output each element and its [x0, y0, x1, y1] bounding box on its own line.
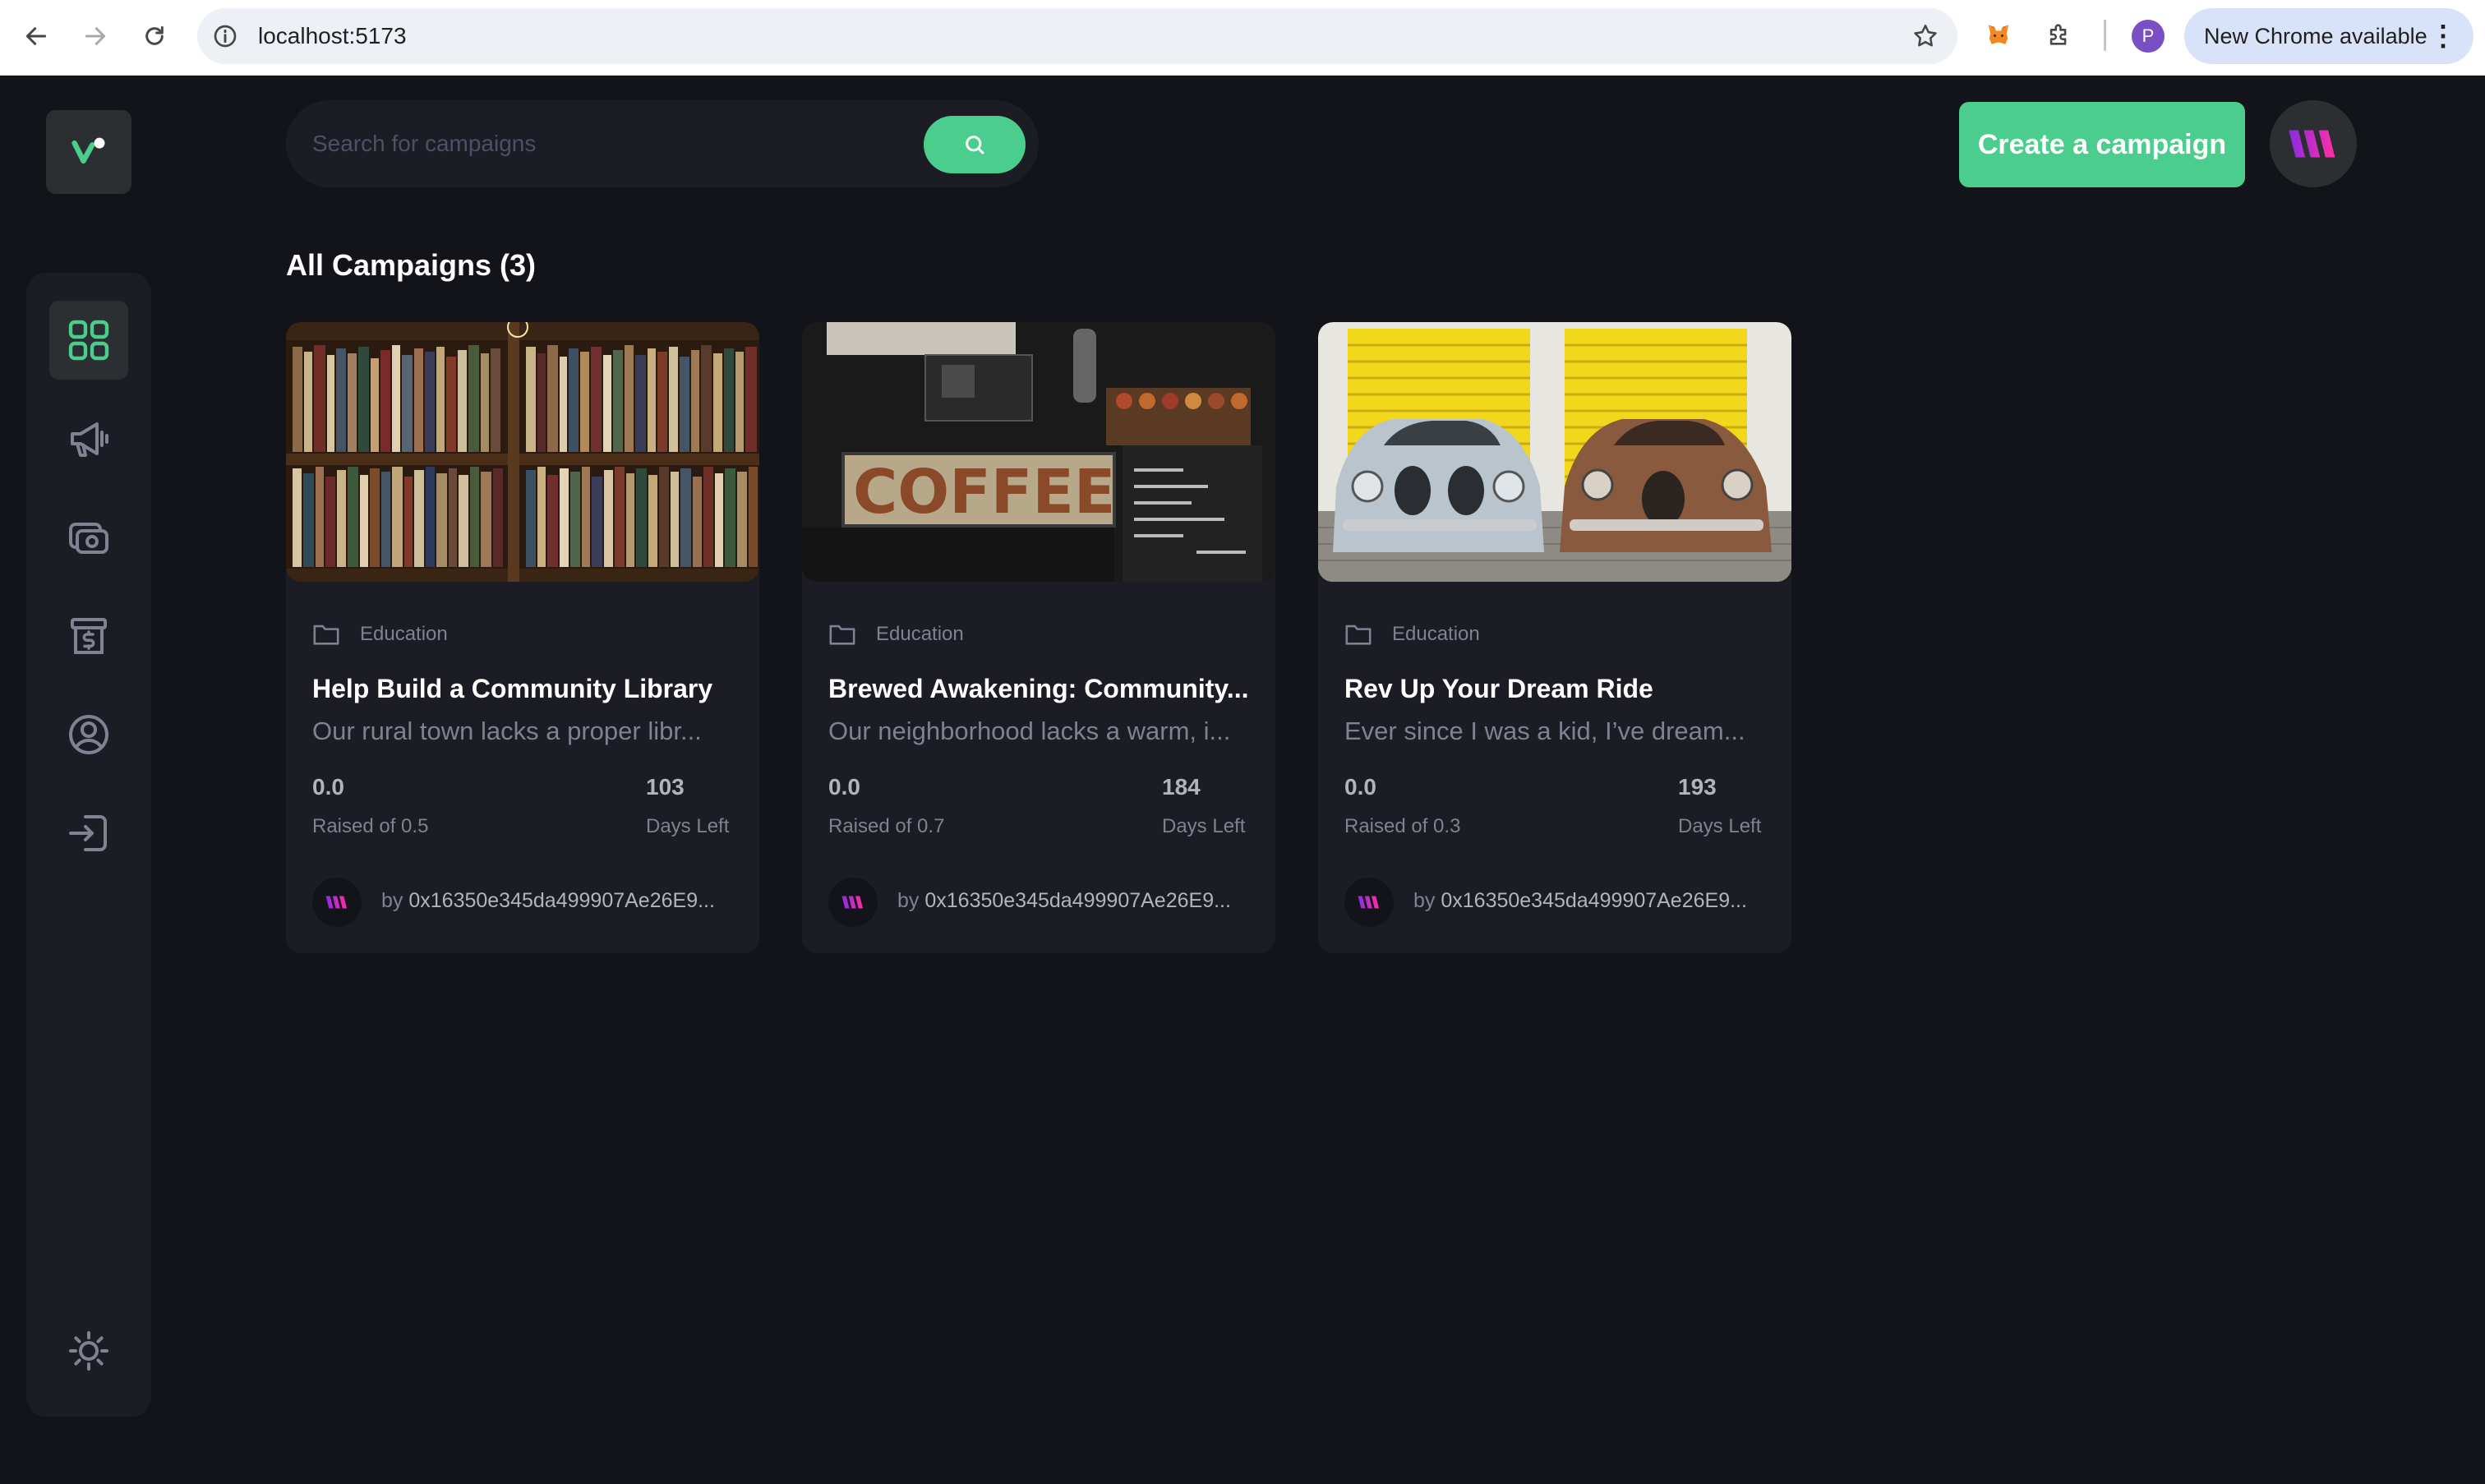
sidebar-item-logout[interactable] — [49, 794, 128, 873]
campaign-card[interactable]: Education Rev Up Your Dream Ride Ever si… — [1318, 322, 1791, 953]
search-bar — [286, 100, 1039, 187]
campaign-owner: by 0x16350e345da499907Ae26E9... — [897, 889, 1231, 913]
sidebar-item-campaign[interactable] — [49, 399, 128, 478]
arrow-right-icon — [85, 27, 106, 45]
toolbar-divider — [2104, 20, 2106, 51]
days-left-value: 184 — [1162, 774, 1201, 800]
payment-icon — [69, 523, 108, 554]
days-left-label: Days Left — [1162, 815, 1246, 837]
owner-avatar — [312, 878, 362, 927]
sidebar-item-payment[interactable] — [49, 498, 128, 577]
back-button[interactable] — [16, 16, 56, 56]
amount-raised: 0.0 — [1344, 774, 1376, 800]
amount-raised: 0.0 — [312, 774, 344, 800]
grid-icon — [68, 320, 109, 361]
bookmark-star-icon[interactable] — [1911, 22, 1939, 50]
search-button[interactable] — [924, 116, 1026, 173]
owner-prefix: by — [1413, 889, 1436, 912]
days-left-label: Days Left — [1678, 815, 1762, 837]
owner-address: 0x16350e345da499907Ae26E9... — [408, 889, 715, 912]
campaign-image-library — [286, 322, 759, 582]
raised-target: Raised of 0.7 — [828, 815, 945, 837]
owner-prefix: by — [381, 889, 403, 912]
campaign-title: Rev Up Your Dream Ride — [1344, 674, 1653, 703]
campaign-image-coffee: COFFEE — [802, 322, 1275, 582]
folder-icon — [313, 624, 339, 645]
owner-address: 0x16350e345da499907Ae26E9... — [924, 889, 1231, 912]
search-input[interactable] — [312, 100, 937, 187]
folder-icon — [1345, 624, 1372, 645]
reload-button[interactable] — [135, 16, 174, 56]
logo-icon — [71, 137, 105, 164]
profile-icon — [69, 715, 108, 754]
coffee-sign-text: COFFEE — [853, 457, 1115, 528]
campaign-card[interactable]: COFFEE Education Brewed Awakening: Commu… — [802, 322, 1275, 953]
app-logo[interactable] — [46, 110, 131, 194]
sidebar-item-profile[interactable] — [49, 695, 128, 774]
category: Education — [828, 610, 964, 659]
theme-toggle[interactable] — [49, 1311, 128, 1390]
arrow-left-icon — [25, 27, 47, 45]
campaign-description: Ever since I was a kid, I’ve dream... — [1344, 717, 1745, 745]
logout-icon — [69, 815, 107, 851]
campaign-title: Help Build a Community Library — [312, 674, 713, 703]
extensions-puzzle-icon[interactable] — [2043, 18, 2076, 51]
category-label: Education — [1392, 623, 1480, 645]
kebab-menu-icon[interactable]: ⋮ — [2429, 8, 2457, 64]
withdraw-icon — [71, 618, 107, 654]
owner-address: 0x16350e345da499907Ae26E9... — [1441, 889, 1747, 912]
megaphone-icon — [71, 422, 108, 457]
sun-icon — [69, 1331, 108, 1371]
address-bar[interactable]: localhost:5173 — [197, 8, 1957, 64]
owner-avatar — [1344, 878, 1394, 927]
days-left-value: 103 — [646, 774, 685, 800]
profile-avatar[interactable]: P — [2132, 20, 2165, 53]
user-avatar[interactable] — [2270, 100, 2357, 187]
site-info-icon[interactable] — [212, 23, 238, 49]
brand-logo-icon — [841, 896, 863, 909]
sidebar — [26, 273, 151, 1417]
campaign-title: Brewed Awakening: Community... — [828, 674, 1249, 703]
update-label: New Chrome available — [2204, 24, 2427, 48]
category-label: Education — [360, 623, 448, 645]
category-label: Education — [876, 623, 964, 645]
category: Education — [312, 610, 448, 659]
sidebar-item-withdraw[interactable] — [49, 597, 128, 675]
sidebar-item-dashboard[interactable] — [49, 301, 128, 380]
campaign-owner: by 0x16350e345da499907Ae26E9... — [381, 889, 715, 913]
amount-raised: 0.0 — [828, 774, 860, 800]
owner-avatar — [828, 878, 878, 927]
folder-icon — [829, 624, 855, 645]
forward-button[interactable] — [76, 16, 115, 56]
brand-logo-icon — [2289, 130, 2335, 158]
brand-logo-icon — [1358, 896, 1379, 909]
campaign-description: Our rural town lacks a proper libr... — [312, 717, 702, 745]
campaign-image-cars — [1318, 322, 1791, 582]
brand-logo-icon — [325, 896, 347, 909]
owner-prefix: by — [897, 889, 920, 912]
search-icon — [966, 136, 984, 154]
campaign-description: Our neighborhood lacks a warm, i... — [828, 717, 1231, 745]
days-left-label: Days Left — [646, 815, 730, 837]
category: Education — [1344, 610, 1480, 659]
page-title: All Campaigns (3) — [286, 248, 537, 282]
campaign-owner: by 0x16350e345da499907Ae26E9... — [1413, 889, 1747, 913]
reload-icon — [145, 25, 164, 45]
metamask-extension-icon[interactable] — [1982, 18, 2015, 51]
url-text[interactable]: localhost:5173 — [258, 8, 407, 64]
chrome-update-button[interactable]: New Chrome available ⋮ — [2184, 8, 2473, 64]
create-campaign-button[interactable]: Create a campaign — [1959, 102, 2245, 187]
raised-target: Raised of 0.5 — [312, 815, 429, 837]
raised-target: Raised of 0.3 — [1344, 815, 1461, 837]
campaign-card[interactable]: Education Help Build a Community Library… — [286, 322, 759, 953]
browser-toolbar: localhost:5173 P New Chrome available ⋮ — [0, 0, 2485, 76]
days-left-value: 193 — [1678, 774, 1717, 800]
